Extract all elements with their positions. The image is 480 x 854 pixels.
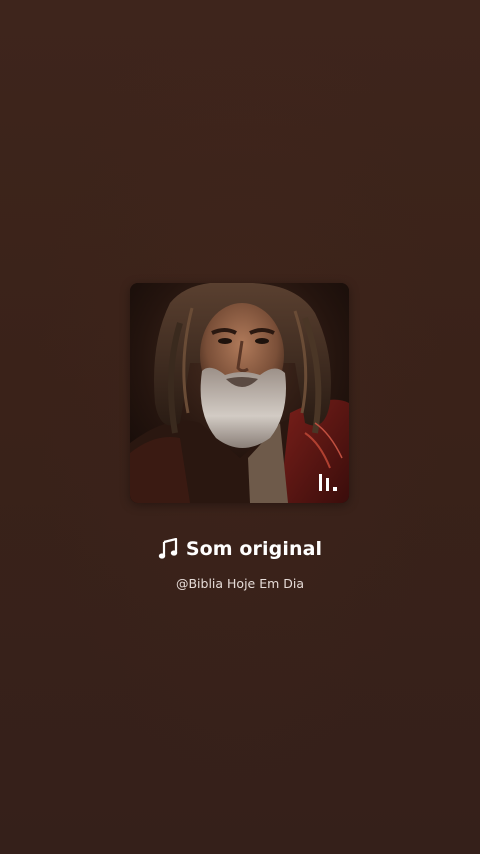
audio-title-row[interactable]: Som original xyxy=(0,538,480,560)
audio-title: Som original xyxy=(185,538,323,560)
cover-image xyxy=(130,283,349,503)
audio-cover-art[interactable] xyxy=(130,283,349,503)
audio-author-link[interactable]: @Biblia Hoje Em Dia xyxy=(0,576,480,591)
music-note-icon xyxy=(158,538,178,559)
app-bars-logo-icon xyxy=(319,474,337,491)
